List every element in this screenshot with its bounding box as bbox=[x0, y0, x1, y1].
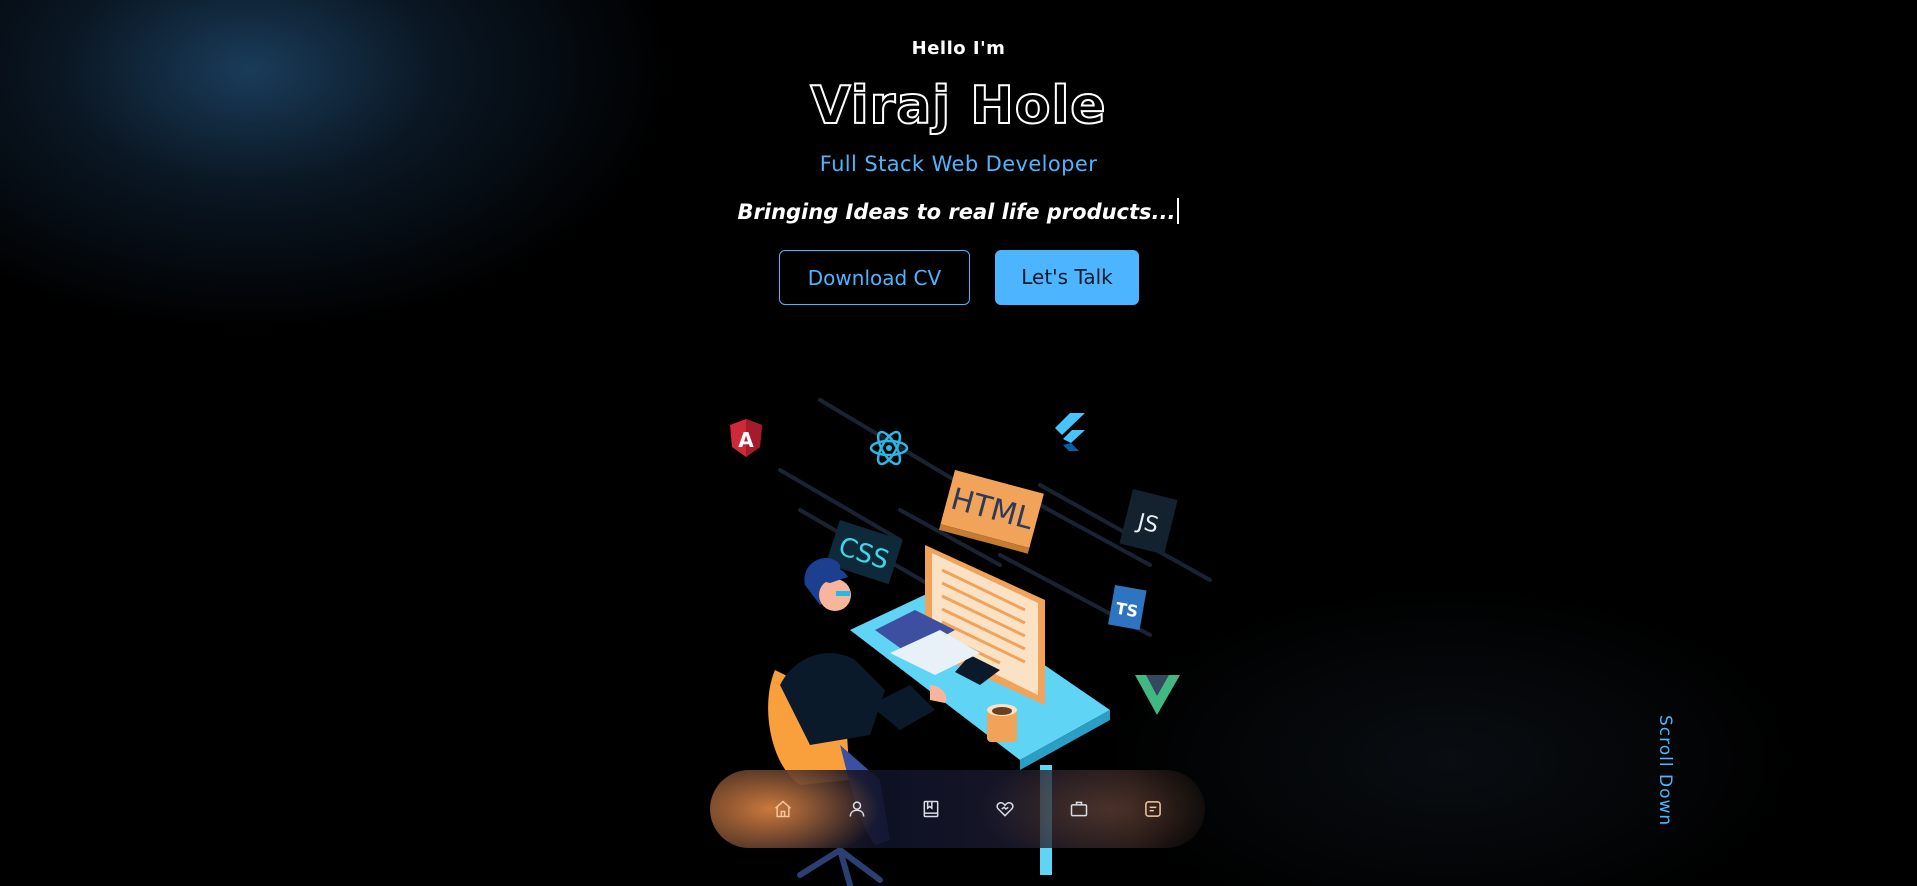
briefcase-icon bbox=[1070, 801, 1088, 817]
tagline-text: Bringing Ideas to real life products... bbox=[737, 200, 1176, 224]
lets-talk-button[interactable]: Let's Talk bbox=[995, 250, 1139, 305]
page: Hello I'm Viraj Hole Full Stack Web Deve… bbox=[0, 0, 1917, 886]
svg-text:TS: TS bbox=[1114, 599, 1139, 622]
svg-text:A: A bbox=[738, 428, 754, 452]
hero-role: Full Stack Web Developer bbox=[819, 152, 1098, 176]
coffee-cup bbox=[987, 704, 1017, 742]
js-icon: JS bbox=[1119, 489, 1178, 555]
bottom-nav bbox=[710, 770, 1205, 848]
nav-home[interactable] bbox=[768, 794, 798, 824]
greeting-text: Hello I'm bbox=[911, 38, 1006, 59]
chair-base bbox=[797, 847, 883, 886]
nav-experience[interactable] bbox=[916, 794, 946, 824]
typing-caret bbox=[1177, 198, 1180, 224]
hero-name: Viraj Hole bbox=[809, 75, 1107, 137]
download-cv-button[interactable]: Download CV bbox=[779, 250, 970, 305]
nav-about[interactable] bbox=[842, 794, 872, 824]
angular-icon: A bbox=[730, 419, 762, 457]
nav-contact[interactable] bbox=[1138, 794, 1168, 824]
book-icon bbox=[923, 800, 939, 818]
heart-hands-icon bbox=[996, 802, 1014, 817]
message-icon bbox=[1145, 801, 1161, 817]
nav-portfolio[interactable] bbox=[1064, 794, 1094, 824]
user-icon bbox=[849, 801, 865, 817]
hero-tagline: Bringing Ideas to real life products... bbox=[0, 198, 1917, 224]
flutter-icon bbox=[1055, 413, 1085, 451]
vue-icon bbox=[1135, 675, 1180, 715]
home-icon bbox=[775, 800, 791, 818]
ts-icon: TS bbox=[1108, 585, 1147, 630]
scroll-down-link[interactable]: Scroll Down bbox=[1655, 715, 1675, 826]
nav-services[interactable] bbox=[990, 794, 1020, 824]
